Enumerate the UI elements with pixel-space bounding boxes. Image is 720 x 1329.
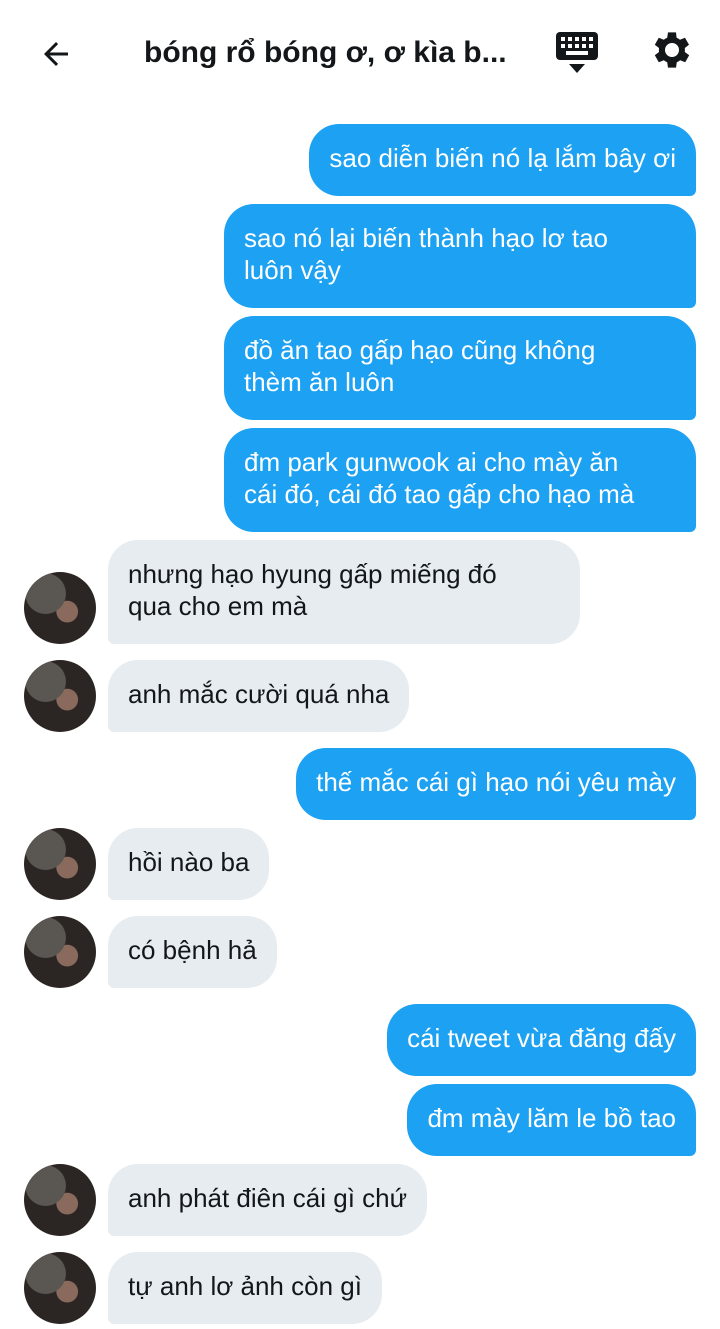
avatar[interactable] (24, 660, 96, 732)
avatar[interactable] (24, 916, 96, 988)
message-sent[interactable]: đm park gunwook ai cho mày ăn cái đó, cá… (224, 428, 696, 532)
message-received[interactable]: anh mắc cười quá nha (108, 660, 410, 732)
message-received[interactable]: tự anh lơ ảnh còn gì (108, 1252, 382, 1324)
gear-icon (654, 32, 690, 68)
avatar[interactable] (24, 572, 96, 644)
keyboard-button[interactable] (554, 30, 600, 76)
avatar[interactable] (24, 828, 96, 900)
message-received[interactable]: anh phát điên cái gì chứ (108, 1164, 428, 1236)
conversation-title: bóng rổ bóng ơ, ơ kìa b... (144, 36, 507, 69)
avatar[interactable] (24, 1252, 96, 1324)
message-sent[interactable]: sao diễn biến nó lạ lắm bây ơi (309, 124, 696, 196)
back-button[interactable] (32, 30, 80, 78)
arrow-left-icon (44, 42, 68, 66)
message-sent[interactable]: đồ ăn tao gấp hạo cũng không thèm ăn luô… (224, 316, 696, 420)
avatar[interactable] (24, 1164, 96, 1236)
message-received[interactable]: nhưng hạo hyung gấp miếng đó qua cho em … (108, 540, 580, 644)
keyboard-icon (556, 32, 598, 73)
message-sent[interactable]: thế mắc cái gì hạo nói yêu mày (296, 748, 696, 820)
message-sent[interactable]: sao nó lại biến thành hạo lơ tao luôn vậ… (224, 204, 696, 308)
settings-button[interactable] (648, 26, 696, 74)
message-received[interactable]: hồi nào ba (108, 828, 270, 900)
message-sent[interactable]: cái tweet vừa đăng đấy (387, 1004, 696, 1076)
message-received[interactable]: có bệnh hả (108, 916, 277, 988)
conversation-header: bóng rổ bóng ơ, ơ kìa b... (0, 0, 720, 104)
message-sent[interactable]: đm mày lăm le bồ tao (407, 1084, 696, 1156)
